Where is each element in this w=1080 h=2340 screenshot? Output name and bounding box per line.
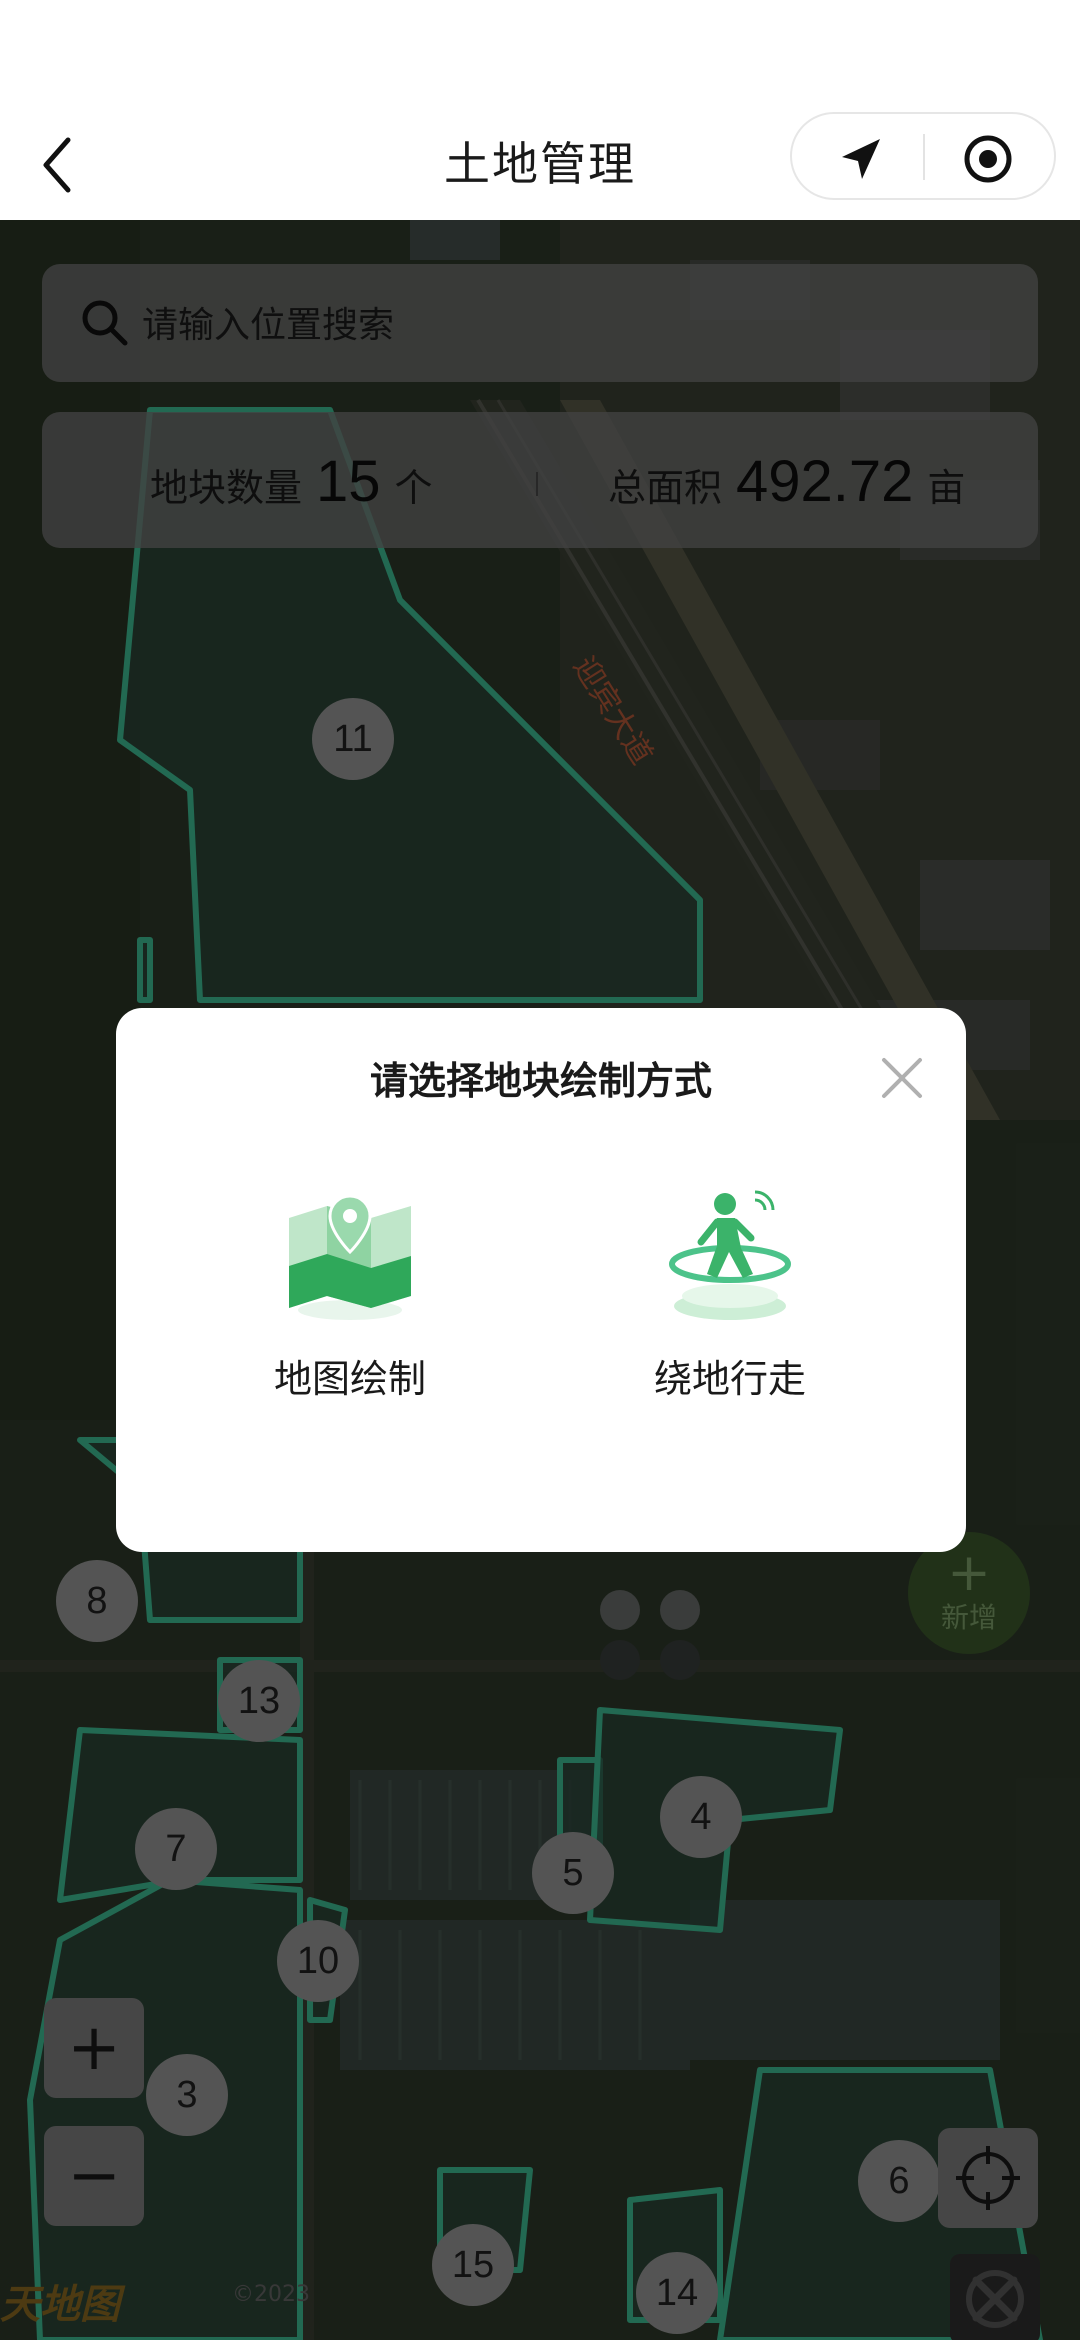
walking-person-icon [669,1190,791,1320]
map-draw-option[interactable]: 地图绘制 [230,1178,470,1438]
target-record-icon [964,135,1012,183]
nav-header: 土地管理 [0,110,1080,220]
dialog-title: 请选择地块绘制方式 [369,1059,712,1103]
draw-method-dialog: 请选择地块绘制方式 地图绘制 绕地行走 [116,1008,966,1552]
mini-program-capsule [790,112,1056,200]
record-button[interactable] [962,133,1014,185]
walk-around-option[interactable]: 绕地行走 [610,1178,850,1438]
land-management-page: 土地管理 迎宾大道 请输入位置搜索 地块数量 15 个 总面积 492.72 亩… [0,0,1080,2340]
map-pin-icon [289,1194,411,1320]
map-draw-label: 地图绘制 [273,1357,426,1401]
close-button[interactable] [878,1054,926,1102]
capsule-divider [923,134,925,180]
close-icon [882,1058,922,1098]
navigation-arrow-icon [842,139,880,179]
navigation-button[interactable] [834,133,886,185]
status-bar-area [0,0,1080,110]
walk-around-label: 绕地行走 [653,1357,806,1401]
